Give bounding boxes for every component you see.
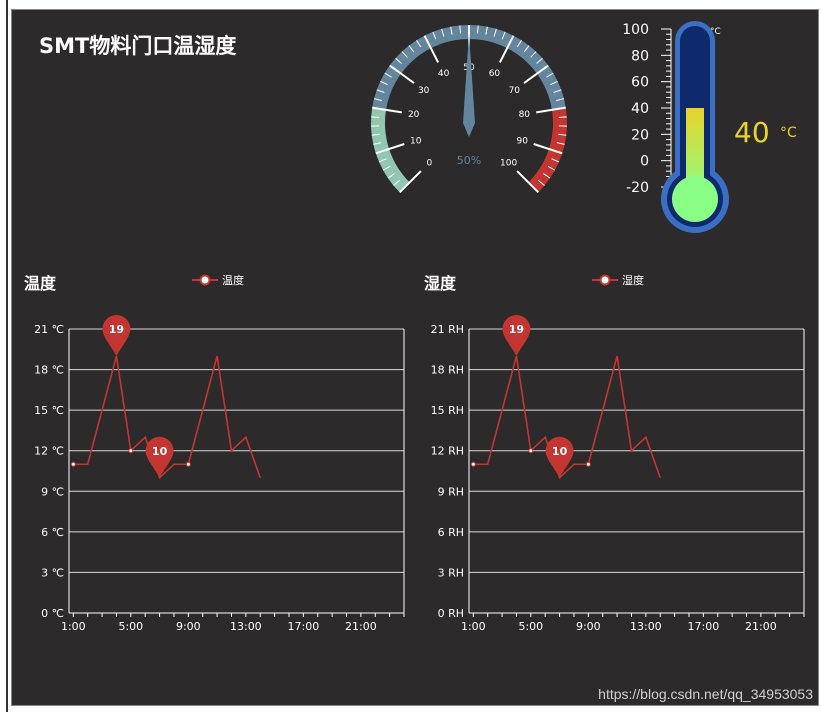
y-tick-label: 21 ℃ [34, 323, 64, 336]
gauge-minor-tick [371, 116, 380, 118]
gauge-tick-label: 10 [410, 136, 422, 146]
x-tick-label: 1:00 [461, 620, 486, 633]
x-tick-label: 1:00 [61, 620, 86, 633]
series-point [528, 448, 534, 454]
x-tick-label: 17:00 [288, 620, 320, 633]
y-tick-label: 15 RH [431, 404, 464, 417]
y-tick-label: 9 RH [438, 485, 464, 498]
mark-pin-label: 19 [509, 323, 524, 336]
x-tick-label: 21:00 [745, 620, 777, 633]
gauge-tick-label: 60 [489, 69, 501, 79]
dashboard-canvas: SMT物料门口温湿度 010203040506070809010050% 100… [23, 21, 805, 633]
thermo-scale-label: 100 [622, 22, 649, 38]
mark-pin-label: 19 [109, 323, 124, 336]
gauge-minor-tick [558, 116, 567, 118]
series-point [470, 461, 476, 467]
thermo-scale-label: 20 [631, 127, 649, 143]
legend-label: 温度 [222, 273, 244, 287]
thermo-scale-label: -20 [626, 180, 649, 196]
y-tick-label: 0 RH [438, 607, 464, 620]
x-tick-label: 13:00 [230, 620, 262, 633]
x-tick-label: 5:00 [118, 620, 143, 633]
y-tick-label: 6 ℃ [41, 526, 64, 539]
gauge-tick-label: 70 [509, 86, 521, 96]
gauge-pointer [463, 33, 475, 137]
gauge-tick-label: 0 [427, 159, 433, 169]
gauge-tick-label: 100 [500, 159, 517, 169]
x-tick-label: 17:00 [688, 620, 720, 633]
series-point [585, 461, 591, 467]
series-point [70, 461, 76, 467]
gauge-detail-value: 50% [457, 154, 481, 167]
x-tick-label: 9:00 [176, 620, 201, 633]
thermo-bulb-fill [672, 176, 718, 222]
legend-symbol [199, 274, 211, 286]
humidity-chart: 湿度 湿度 0 RH 3 RH 6 RH 9 RH 12 RH 15 RH 18 RH 21 RH… [423, 273, 805, 633]
y-tick-label: 9 ℃ [41, 485, 64, 498]
gauge-tick-label: 30 [418, 86, 430, 96]
y-tick-label: 21 RH [431, 323, 464, 336]
gauge-tick-label: 80 [519, 110, 531, 120]
x-tick-label: 21:00 [345, 620, 377, 633]
thermo-scale-label: 40 [631, 101, 649, 117]
y-tick-label: 3 ℃ [41, 566, 64, 579]
y-tick-label: 0 ℃ [41, 607, 64, 620]
y-tick-label: 12 RH [431, 445, 464, 458]
watermark: https://blog.csdn.net/qq_34953053 [598, 686, 813, 702]
x-tick-label: 13:00 [630, 620, 662, 633]
series-point [128, 448, 134, 454]
thermo-value: 40 [734, 116, 770, 149]
thermo-scale-label: 60 [631, 75, 649, 91]
thermo-scale-label: 80 [631, 48, 649, 64]
chart-title: 温度 [23, 274, 57, 293]
window-left-border [0, 0, 8, 712]
gauge-band-low [370, 107, 410, 193]
dashboard-panel: SMT物料门口温湿度 010203040506070809010050% 100… [11, 9, 819, 706]
gauge-chart: 010203040506070809010050% [370, 25, 567, 194]
y-tick-label: 12 ℃ [34, 445, 64, 458]
y-tick-label: 18 ℃ [34, 364, 64, 377]
y-tick-label: 3 RH [438, 566, 464, 579]
y-tick-label: 15 ℃ [34, 404, 64, 417]
mark-pin-label: 10 [152, 445, 168, 458]
gauge-tick-label: 40 [438, 69, 450, 79]
legend-symbol [599, 274, 611, 286]
temperature-chart: 温度 温度 0 ℃ 3 ℃ 6 ℃ 9 ℃ 12 ℃ 15 ℃ 18 ℃ 21 ℃ 1:00 5:00… [23, 273, 405, 633]
x-tick-label: 5:00 [518, 620, 543, 633]
gauge-band-high [528, 107, 567, 193]
gauge-tick-label: 20 [408, 110, 420, 120]
y-tick-label: 6 RH [438, 526, 464, 539]
thermo-value-unit: °C [780, 125, 797, 141]
mark-pin-label: 10 [552, 445, 568, 458]
x-tick-label: 9:00 [576, 620, 601, 633]
y-tick-label: 18 RH [431, 364, 464, 377]
thermo-scale-label: 0 [640, 154, 649, 170]
chart-title: 湿度 [423, 274, 457, 293]
thermometer-chart: 100806040200-20°C40 °C [622, 21, 797, 233]
gauge-tick-label: 90 [517, 136, 529, 146]
series-point [185, 461, 191, 467]
page-title: SMT物料门口温湿度 [39, 34, 236, 58]
legend-label: 湿度 [622, 273, 644, 287]
